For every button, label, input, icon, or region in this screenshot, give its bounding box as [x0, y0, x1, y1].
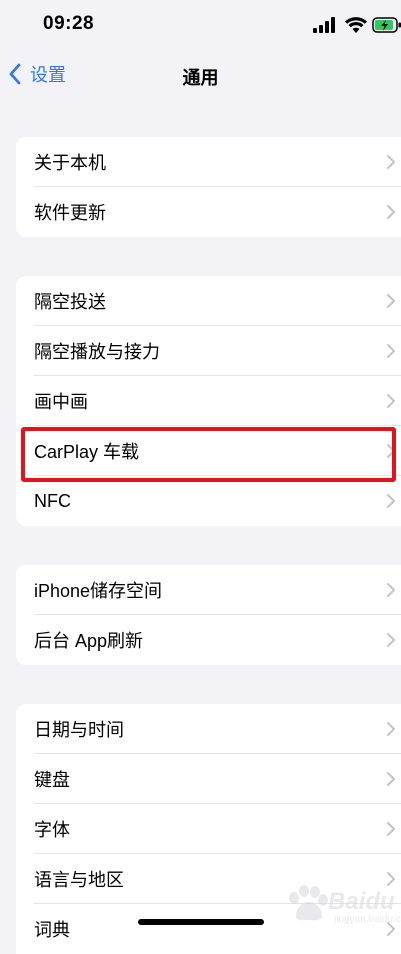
- settings-row-iphone-storage[interactable]: iPhone储存空间: [16, 565, 401, 615]
- settings-row-background-app-refresh[interactable]: 后台 App刷新: [16, 615, 401, 665]
- watermark-subtext: jingyan.baidu.com: [334, 914, 401, 925]
- settings-row-software-update[interactable]: 软件更新: [16, 187, 401, 237]
- settings-group-connectivity: 隔空投送 隔空播放与接力 画中画 CarPlay 车载 NFC: [16, 276, 401, 526]
- chevron-right-icon: [386, 721, 396, 737]
- cellular-signal-icon: [313, 17, 339, 33]
- chevron-right-icon: [386, 493, 396, 509]
- chevron-right-icon: [386, 293, 396, 309]
- chevron-right-icon: [386, 632, 396, 648]
- row-label: 字体: [34, 816, 70, 842]
- page-title: 通用: [0, 64, 401, 90]
- status-bar: 09:28: [0, 0, 401, 50]
- chevron-right-icon: [386, 204, 396, 220]
- status-time: 09:28: [43, 13, 94, 35]
- row-label: 语言与地区: [34, 866, 124, 892]
- navigation-bar: 设置 通用: [0, 52, 401, 96]
- settings-row-about[interactable]: 关于本机: [16, 137, 401, 187]
- row-label: 关于本机: [34, 149, 106, 175]
- row-label: 软件更新: [34, 199, 106, 225]
- settings-row-nfc[interactable]: NFC: [16, 476, 401, 526]
- settings-row-keyboard[interactable]: 键盘: [16, 754, 401, 804]
- row-label: 隔空播放与接力: [34, 338, 160, 364]
- settings-row-airplay-handoff[interactable]: 隔空播放与接力: [16, 326, 401, 376]
- row-label: 键盘: [34, 766, 70, 792]
- chevron-right-icon: [386, 154, 396, 170]
- battery-charging-icon: [372, 16, 401, 34]
- settings-group-storage: iPhone储存空间 后台 App刷新: [16, 565, 401, 665]
- settings-row-picture-in-picture[interactable]: 画中画: [16, 376, 401, 426]
- baidu-paw-icon: [282, 884, 332, 922]
- wifi-icon: [345, 16, 367, 34]
- row-label: 后台 App刷新: [34, 627, 143, 653]
- watermark-text: Baidu: [328, 888, 395, 916]
- chevron-right-icon: [386, 771, 396, 787]
- row-label: 日期与时间: [34, 716, 124, 742]
- row-label: 隔空投送: [34, 288, 106, 314]
- settings-row-fonts[interactable]: 字体: [16, 804, 401, 854]
- chevron-right-icon: [386, 821, 396, 837]
- chevron-right-icon: [386, 343, 396, 359]
- chevron-right-icon: [386, 393, 396, 409]
- baidu-watermark: Baidu jingyan.baidu.com: [282, 884, 397, 928]
- row-label: 画中画: [34, 388, 88, 414]
- row-label: iPhone储存空间: [34, 577, 162, 603]
- highlight-annotation-box: [21, 427, 396, 482]
- settings-row-date-time[interactable]: 日期与时间: [16, 704, 401, 754]
- row-label: 词典: [34, 916, 70, 942]
- chevron-right-icon: [386, 582, 396, 598]
- home-indicator[interactable]: [138, 919, 264, 925]
- row-label: NFC: [34, 491, 71, 512]
- settings-row-airdrop[interactable]: 隔空投送: [16, 276, 401, 326]
- settings-group-about: 关于本机 软件更新: [16, 137, 401, 237]
